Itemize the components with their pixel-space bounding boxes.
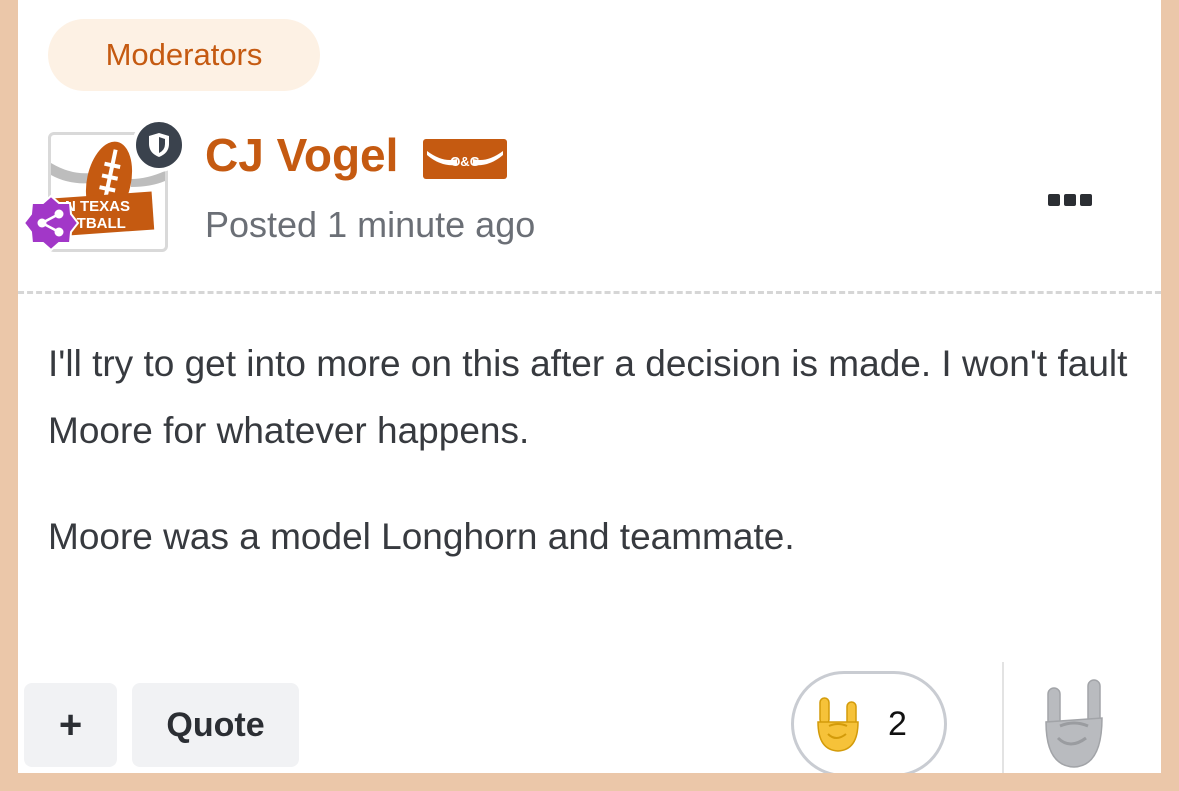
reaction-separator	[1002, 662, 1004, 773]
ellipsis-dot	[1080, 194, 1092, 206]
shield-icon	[149, 133, 169, 157]
author-name[interactable]: CJ Vogel	[205, 127, 398, 183]
add-button[interactable]: +	[24, 683, 117, 767]
header-divider	[18, 291, 1161, 294]
hook-em-hand-icon	[817, 697, 859, 752]
longhorn-og-icon: O&G	[427, 151, 503, 169]
post-meta: Posted 1 minute ago	[205, 203, 535, 247]
share-icon	[22, 194, 80, 252]
post-card: Moderators N TEXAS OTBALL CJ Vogel O&G P…	[18, 0, 1161, 773]
og-badge-icon: O&G	[423, 139, 507, 179]
post-paragraph: I'll try to get into more on this after …	[48, 343, 1128, 451]
reaction-count: 2	[888, 705, 907, 743]
moderator-badge	[132, 118, 186, 172]
group-badge-moderators[interactable]: Moderators	[48, 19, 320, 91]
ellipsis-icon	[1048, 194, 1060, 206]
posted-prefix: Posted	[205, 204, 318, 245]
post-body: I'll try to get into more on this after …	[48, 330, 1128, 609]
share-badge[interactable]	[22, 194, 80, 252]
og-badge-text: O&G	[450, 154, 480, 169]
react-button[interactable]	[1040, 678, 1110, 770]
quote-button[interactable]: Quote	[132, 683, 299, 767]
post-paragraph: Moore was a model Longhorn and teammate.	[48, 516, 795, 557]
posted-time[interactable]: 1 minute ago	[327, 204, 535, 245]
ellipsis-dot	[1064, 194, 1076, 206]
reaction-summary[interactable]: 2	[791, 671, 947, 773]
hook-em-hand-icon	[1045, 679, 1103, 768]
more-options-button[interactable]	[1038, 180, 1102, 220]
